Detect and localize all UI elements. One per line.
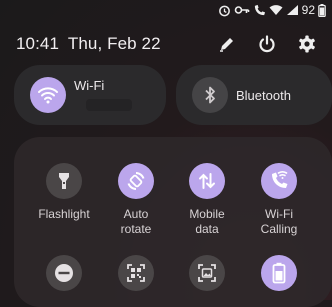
bluetooth-icon	[192, 77, 228, 113]
clock-date[interactable]: 10:41 Thu, Feb 22	[16, 34, 161, 54]
mobile-data-tile[interactable]: Mobile data	[167, 163, 247, 237]
date-text: Thu, Feb 22	[67, 34, 161, 53]
status-bar: 92	[218, 2, 326, 18]
auto-rotate-icon	[118, 163, 154, 199]
flashlight-label: Flashlight	[38, 207, 90, 221]
battery-icon	[318, 3, 326, 17]
auto-rotate-label: Auto rotate	[120, 207, 152, 236]
wifi-signal-icon	[269, 4, 283, 16]
battery-saver-icon	[261, 255, 297, 291]
wifi-calling-tile[interactable]: Wi-Fi Calling	[239, 163, 319, 237]
alarm-icon	[218, 4, 231, 17]
screenshot-icon	[189, 255, 225, 291]
wifi-network-name-redacted	[86, 99, 132, 111]
screenshot-tile[interactable]	[167, 255, 247, 291]
auto-rotate-tile[interactable]: Auto rotate	[96, 163, 176, 237]
do-not-disturb-icon	[46, 255, 82, 291]
clock-time: 10:41	[16, 34, 60, 53]
qr-scanner-tile[interactable]	[96, 255, 176, 291]
wifi-calling-tile-icon	[261, 163, 297, 199]
header-actions	[216, 33, 318, 55]
mobile-data-label: Mobile data	[189, 207, 225, 236]
edit-icon[interactable]	[216, 33, 238, 55]
vpn-key-icon	[234, 4, 250, 16]
flashlight-tile[interactable]: Flashlight	[24, 163, 104, 222]
bluetooth-tile[interactable]: Bluetooth	[176, 65, 332, 125]
qr-scanner-icon	[118, 255, 154, 291]
wifi-calling-icon	[253, 4, 266, 17]
battery-level: 92	[301, 3, 315, 17]
wifi-icon	[30, 77, 66, 113]
battery-saver-tile[interactable]	[239, 255, 319, 291]
mobile-data-icon	[189, 163, 225, 199]
settings-icon[interactable]	[296, 33, 318, 55]
wifi-tile[interactable]: Wi-Fi	[14, 65, 166, 125]
flashlight-icon	[46, 163, 82, 199]
cell-signal-icon	[286, 4, 299, 16]
wifi-calling-label: Wi-Fi Calling	[260, 207, 298, 236]
power-icon[interactable]	[256, 33, 278, 55]
bluetooth-label: Bluetooth	[236, 87, 291, 103]
wifi-label: Wi-Fi	[74, 77, 105, 93]
do-not-disturb-tile[interactable]	[24, 255, 104, 291]
